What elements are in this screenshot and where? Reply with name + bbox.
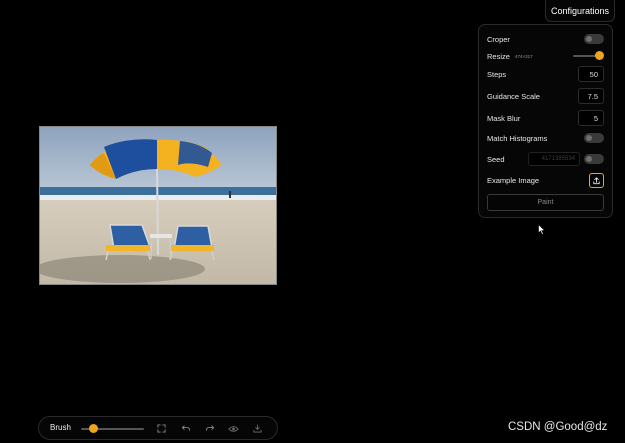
brush-label: Brush [50,423,71,432]
canvas-image[interactable] [39,126,277,285]
croper-label: Croper [487,34,510,44]
guidance-scale-label: Guidance Scale [487,91,540,101]
steps-row: Steps 50 [487,66,604,82]
resize-slider-knob[interactable] [595,51,604,60]
mask-blur-row: Mask Blur 5 [487,110,604,126]
mask-blur-label: Mask Blur [487,113,521,123]
example-image-label: Example Image [487,175,540,185]
watermark: CSDN @Good@dz [508,421,608,433]
paint-button-label: Paint [537,199,554,206]
resize-dimensions: 474×317 [514,53,533,59]
resize-row: Resize 474×317 [487,48,604,64]
guidance-scale-input[interactable]: 7.5 [578,88,604,104]
example-image-upload-button[interactable] [589,172,604,188]
seed-label: Seed [487,154,505,164]
seed-row: Seed 4171385534 [487,151,604,167]
paint-button[interactable]: Paint [487,194,604,211]
configurations-tab-label: Configurations [550,5,610,16]
match-histograms-toggle[interactable] [584,133,604,143]
redo-icon[interactable] [204,423,215,434]
mask-blur-input[interactable]: 5 [578,110,604,126]
eye-icon[interactable] [228,423,239,434]
upload-icon [593,176,600,184]
bottom-toolbar: Brush [38,416,278,440]
brush-size-slider-knob[interactable] [89,424,98,433]
croper-row: Croper [487,31,604,47]
download-icon[interactable] [252,423,263,434]
fullscreen-icon[interactable] [156,423,167,434]
beach-photo [40,127,276,284]
resize-label: Resize [487,51,510,61]
configurations-tab[interactable]: Configurations [545,0,615,22]
configuration-panel: Croper Resize 474×317 Steps 50 Guidance … [478,24,613,218]
example-image-row: Example Image [487,172,604,188]
seed-toggle[interactable] [584,154,604,164]
mouse-cursor-icon [538,224,546,235]
croper-toggle[interactable] [584,34,604,44]
match-histograms-label: Match Histograms [487,133,548,143]
guidance-scale-row: Guidance Scale 7.5 [487,88,604,104]
seed-input[interactable]: 4171385534 [528,152,580,166]
steps-label: Steps [487,69,507,79]
undo-icon[interactable] [180,423,191,434]
match-histograms-row: Match Histograms [487,130,604,146]
steps-input[interactable]: 50 [578,66,604,82]
